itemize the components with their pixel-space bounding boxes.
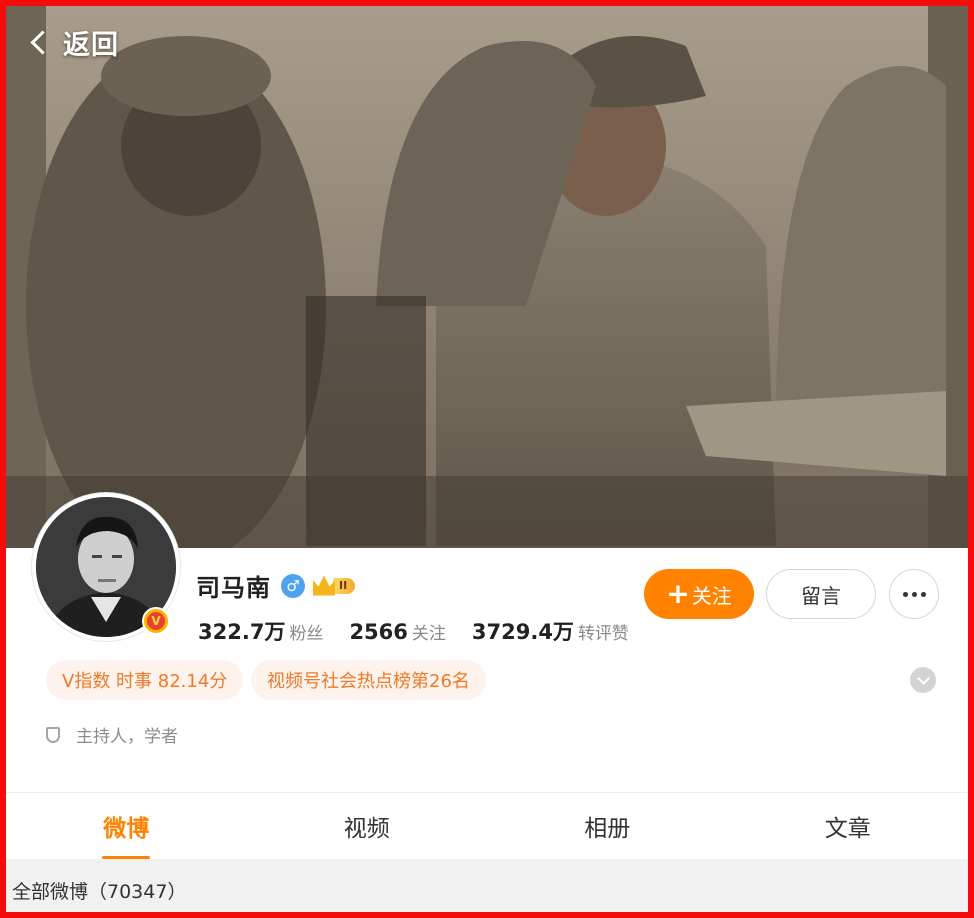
more-dots-icon[interactable] xyxy=(889,569,939,619)
stat-interactions: 3729.4万 转评赞 xyxy=(472,616,629,646)
tab-weibo[interactable]: 微博 xyxy=(6,793,247,859)
profile-stats: 322.7万 粉丝 2566 关注 3729.4万 转评赞 xyxy=(198,616,655,646)
tab-label: 微博 xyxy=(103,816,150,842)
vip-level: II xyxy=(333,577,356,594)
tab-label: 相册 xyxy=(584,816,631,842)
tab-label: 文章 xyxy=(824,816,871,842)
back-button[interactable]: 返回 xyxy=(28,22,119,62)
tag-hot-rank[interactable]: 视频号社会热点榜第26名 xyxy=(251,660,486,700)
message-button[interactable]: 留言 xyxy=(766,569,876,619)
stat-value: 2566 xyxy=(349,620,408,644)
stat-label: 转评赞 xyxy=(577,624,629,644)
cover-photo-art xyxy=(6,6,968,548)
app-frame: 返回 V 司马南 ♂ II 322.7万 粉丝 2566 关注 3729.4万 … xyxy=(0,0,974,918)
gender-male-icon: ♂ xyxy=(281,573,305,598)
feed-filter-bar: 全部微博（70347） xyxy=(6,859,968,912)
stat-following[interactable]: 2566 关注 xyxy=(349,619,445,644)
stat-fans[interactable]: 322.7万 粉丝 xyxy=(198,616,323,646)
stat-value: 322.7万 xyxy=(198,620,286,644)
follow-label: 关注 xyxy=(691,583,732,608)
description-text: 主持人，学者 xyxy=(76,727,178,747)
tab-articles[interactable]: 文章 xyxy=(728,793,969,859)
plus-icon: + xyxy=(666,577,690,610)
message-label: 留言 xyxy=(801,583,841,608)
stat-value: 3729.4万 xyxy=(471,620,574,644)
tab-album[interactable]: 相册 xyxy=(487,793,728,859)
chevron-down-icon xyxy=(916,671,930,685)
shield-icon xyxy=(46,726,60,743)
stat-label: 关注 xyxy=(411,624,446,644)
profile-name-row: 司马南 ♂ II xyxy=(196,568,356,603)
tag-label: 视频号社会热点榜第26名 xyxy=(267,671,470,692)
tab-video[interactable]: 视频 xyxy=(247,793,488,859)
all-posts-filter[interactable]: 全部微博（70347） xyxy=(12,877,186,904)
profile-description: 主持人，学者 xyxy=(46,722,178,747)
expand-button[interactable] xyxy=(910,667,936,693)
vip-crown-icon xyxy=(313,575,335,596)
follow-button[interactable]: + 关注 xyxy=(644,569,754,619)
tag-label: V指数 时事 82.14分 xyxy=(62,671,228,692)
back-label: 返回 xyxy=(63,29,119,61)
profile-tabs: 微博 视频 相册 文章 xyxy=(6,793,968,859)
profile-name: 司马南 xyxy=(196,574,271,602)
verified-mark: V xyxy=(147,612,165,630)
vip-badge[interactable]: II xyxy=(313,575,356,597)
stat-label: 粉丝 xyxy=(289,624,324,644)
cover-image: 返回 xyxy=(6,6,968,548)
tag-v-index[interactable]: V指数 时事 82.14分 xyxy=(46,660,244,700)
verified-badge-icon: V xyxy=(142,607,170,635)
chevron-left-icon xyxy=(30,29,55,55)
tab-label: 视频 xyxy=(343,816,390,842)
